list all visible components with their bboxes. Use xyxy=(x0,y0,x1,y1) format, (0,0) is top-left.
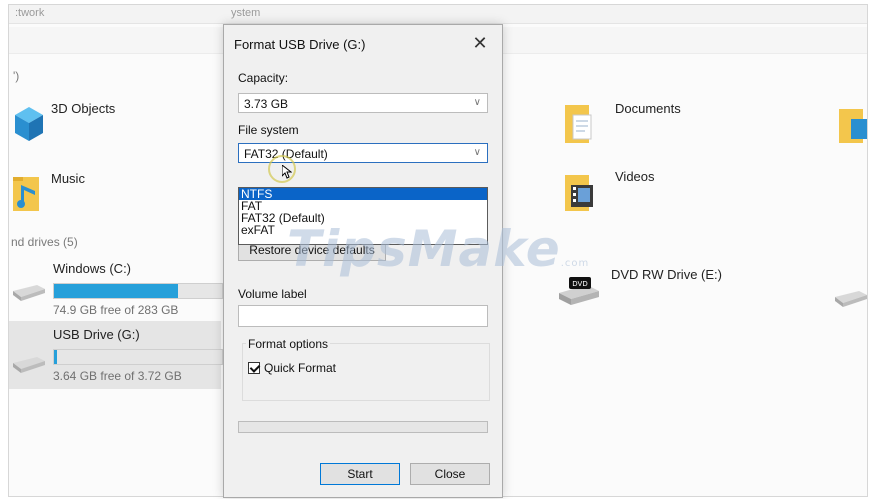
hard-drive-icon-partial xyxy=(835,291,867,307)
hard-drive-icon xyxy=(13,285,45,301)
dialog-title: Format USB Drive (G:) xyxy=(234,37,366,52)
volume-label-label: Volume label xyxy=(238,287,307,301)
drive-free-space: 74.9 GB free of 283 GB xyxy=(53,303,179,317)
svg-text:DVD: DVD xyxy=(572,280,587,288)
drive-free-space: 3.64 GB free of 3.72 GB xyxy=(53,369,182,383)
explorer-top-bar: :twork ystem xyxy=(9,5,867,24)
folder-documents[interactable]: Documents xyxy=(565,101,681,147)
watermark-logo: TipsMake.com xyxy=(287,220,589,278)
capacity-value: 3.73 GB xyxy=(244,97,289,111)
folder-videos[interactable]: Videos xyxy=(565,169,655,215)
watermark-text: TipsMake xyxy=(287,220,561,278)
usb-drive-icon xyxy=(13,357,45,373)
3d-objects-icon xyxy=(15,107,43,141)
capacity-select[interactable]: 3.73 GB ∨ xyxy=(238,93,488,113)
videos-folder-icon xyxy=(565,175,593,211)
format-progress-bar xyxy=(238,421,488,433)
folders-section-header: ') xyxy=(13,69,20,83)
folder-label: 3D Objects xyxy=(51,101,116,116)
top-bar-system-fragment: ystem xyxy=(231,7,261,19)
drive-usage-bar xyxy=(53,283,223,299)
drives-section-header: nd drives (5) xyxy=(11,235,78,249)
drive-name: USB Drive (G:) xyxy=(53,327,140,342)
music-folder-icon xyxy=(13,177,39,211)
close-button[interactable]: Close xyxy=(410,463,490,485)
folder-icon-partial xyxy=(839,109,867,143)
dvd-drive-icon: DVD xyxy=(559,277,599,305)
format-options-label: Format options xyxy=(246,337,331,351)
volume-label-input[interactable] xyxy=(238,305,488,327)
quick-format-label: Quick Format xyxy=(264,361,337,375)
folder-label: Music xyxy=(51,171,85,186)
drive-name: DVD RW Drive (E:) xyxy=(611,267,722,282)
close-icon[interactable]: ✕ xyxy=(468,31,492,55)
capacity-label: Capacity: xyxy=(238,71,289,85)
top-bar-network-fragment: :twork xyxy=(15,7,45,19)
folder-music[interactable]: Music xyxy=(13,171,85,215)
folder-label: Documents xyxy=(615,101,681,116)
quick-format-option[interactable]: Quick Format xyxy=(248,361,336,375)
drive-name: Windows (C:) xyxy=(53,261,132,276)
watermark-suffix: .com xyxy=(560,258,590,269)
folder-label: Videos xyxy=(615,169,655,184)
chevron-down-icon: ∨ xyxy=(473,97,481,108)
filesystem-option-ntfs[interactable]: NTFS xyxy=(239,188,487,200)
quick-format-checkbox[interactable] xyxy=(248,362,260,374)
folder-3d-objects[interactable]: 3D Objects xyxy=(13,101,115,145)
chevron-down-icon: ∨ xyxy=(473,147,481,158)
drive-usage-bar xyxy=(53,349,223,365)
mouse-pointer-icon xyxy=(282,165,292,179)
start-button[interactable]: Start xyxy=(320,463,400,485)
filesystem-label: File system xyxy=(238,123,299,137)
documents-folder-icon xyxy=(565,105,592,143)
